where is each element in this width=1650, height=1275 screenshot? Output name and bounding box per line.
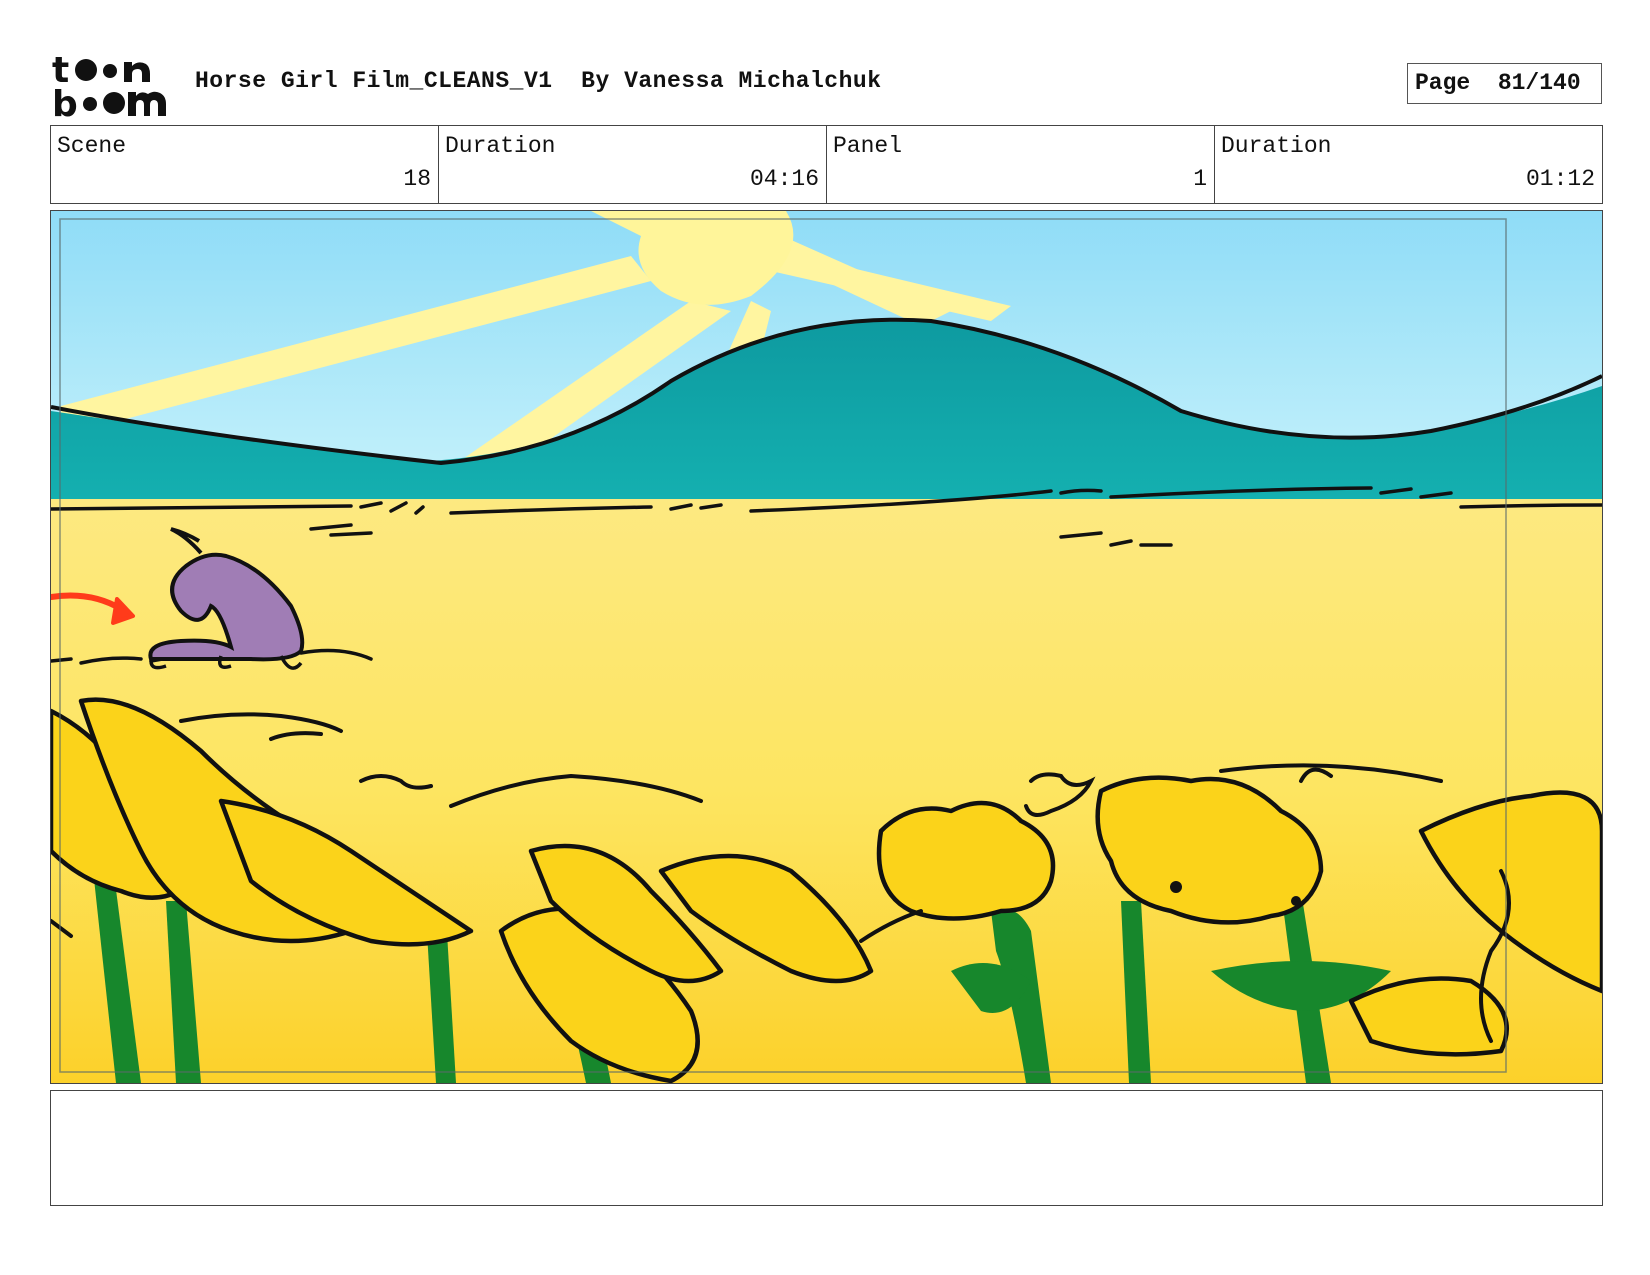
logo-letter-n: [124, 62, 150, 82]
panel-label: Panel: [833, 133, 903, 159]
storyboard-title: Horse Girl Film_CLEANS_V1 By Vanessa Mic…: [195, 68, 882, 94]
panel-duration-value: 01:12: [1525, 166, 1595, 192]
panel-value: 1: [1193, 166, 1207, 192]
logo-dot: [75, 59, 97, 81]
logo-dot: [83, 97, 97, 111]
scene-duration-value: 04:16: [749, 166, 819, 192]
scene-duration-label: Duration: [445, 133, 556, 159]
page-value: 81/140: [1497, 70, 1581, 96]
panel-duration-label: Duration: [1221, 133, 1332, 159]
page-indicator: Page 81/140: [1407, 63, 1602, 104]
panel-notes-box: [50, 1090, 1603, 1206]
logo-dot: [103, 64, 117, 78]
scene-duration-cell: Duration 04:16: [439, 126, 827, 203]
logo-dot: [103, 92, 125, 114]
panel-cell: Panel 1: [827, 126, 1215, 203]
project-title: Horse Girl Film_CLEANS_V1: [195, 68, 553, 94]
panel-illustration: [51, 211, 1602, 1083]
panel-duration-cell: Duration 01:12: [1215, 126, 1602, 203]
scene-label: Scene: [57, 133, 127, 159]
toonboom-logo: t b: [52, 50, 172, 125]
storyboard-panel-image: [50, 210, 1603, 1084]
logo-letter-m: [128, 91, 166, 116]
panel-info-table: Scene 18 Duration 04:16 Panel 1 Duration…: [50, 125, 1603, 204]
logo-letter-b: b: [52, 84, 78, 118]
author-credit: By Vanessa Michalchuk: [581, 68, 882, 94]
scene-cell: Scene 18: [51, 126, 439, 203]
page-label: Page: [1415, 70, 1471, 96]
scene-value: 18: [403, 166, 431, 192]
